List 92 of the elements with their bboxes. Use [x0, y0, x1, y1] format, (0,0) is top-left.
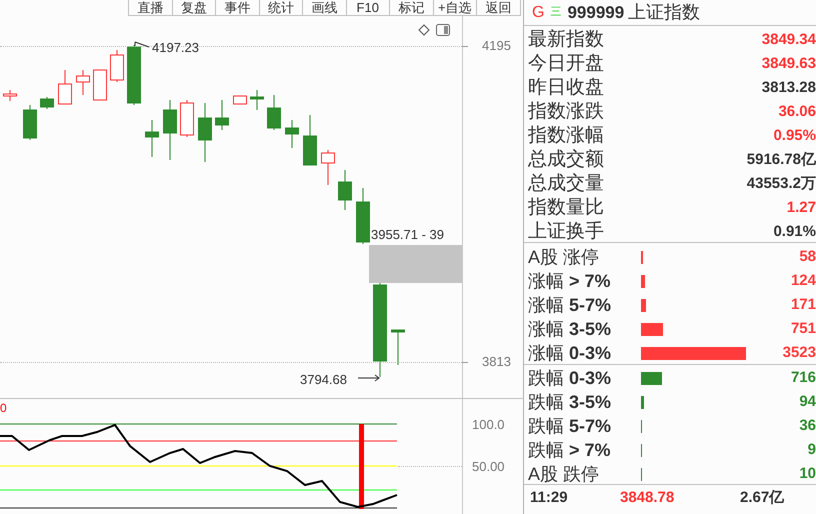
breadth-bar [641, 322, 663, 336]
quote-value: 1.27 [786, 198, 816, 218]
breadth-count: 124 [790, 271, 816, 291]
toolbar-button[interactable]: 事件 [216, 0, 260, 15]
quote-label: 最新指数 [528, 28, 604, 52]
breadth-count: 716 [790, 368, 816, 388]
price-axis-label: 4195 [482, 38, 511, 54]
quote-value: 0.91% [773, 222, 816, 242]
quote-value: 5916.78亿 [746, 150, 816, 170]
indicator-axis-label: 100.0 [472, 417, 505, 433]
breadth-label: 涨幅 0-3% [528, 342, 612, 365]
quote-label: 指数涨跌 [528, 100, 604, 124]
candlestick [233, 96, 247, 104]
candlestick [3, 90, 17, 102]
toolbar-button[interactable]: 画线 [303, 0, 346, 15]
breadth-label: 涨幅 3-5% [528, 318, 612, 341]
high-price-label: 4197.23 [152, 40, 199, 56]
candlestick [76, 70, 90, 96]
breadth-label: 跌幅 3-5% [528, 391, 612, 414]
candlestick [23, 104, 37, 140]
candlestick [180, 100, 194, 138]
breadth-label: A股 跌停 [528, 463, 600, 486]
candlestick [321, 150, 335, 186]
quote-value: 0.95% [773, 126, 816, 146]
diamond-icon[interactable] [418, 24, 430, 36]
toolbar-button[interactable]: 统计 [260, 0, 303, 15]
breadth-count: 94 [799, 392, 816, 412]
low-pointer-arrow [357, 374, 381, 382]
index-code: 999999 [567, 2, 624, 24]
breadth-label: A股 涨停 [528, 246, 600, 269]
candlestick [215, 100, 229, 130]
candlestick [391, 330, 405, 366]
breadth-count: 58 [799, 247, 816, 267]
breadth-count: 751 [790, 319, 816, 339]
quote-value: 36.06 [778, 102, 816, 122]
quote-label: 总成交量 [528, 172, 604, 196]
toolbar-button[interactable]: F10 [346, 0, 390, 15]
indicator-axis-label: 50.00 [472, 459, 505, 475]
breadth-count: 171 [790, 295, 816, 315]
price-axis-label: 3813 [482, 354, 511, 370]
quote-value: 3813.28 [762, 78, 816, 98]
market-tag: G [532, 0, 544, 24]
quote-label: 今日开盘 [528, 52, 604, 76]
quote-label: 指数量比 [528, 196, 604, 220]
candlestick [93, 70, 107, 100]
breadth-bar [641, 274, 645, 288]
index-name: 上证指数 [628, 1, 700, 24]
toolbar-button[interactable]: 复盘 [172, 0, 216, 15]
breadth-bar [641, 396, 644, 408]
quote-value: 3849.63 [762, 54, 816, 74]
candlestick [198, 102, 212, 162]
candlestick [110, 50, 124, 82]
breadth-count: 36 [799, 416, 816, 436]
breadth-count: 9 [808, 440, 816, 460]
breadth-label: 涨幅 > 7% [528, 270, 612, 293]
last-price: 3848.78 [620, 488, 676, 508]
breadth-bar [641, 298, 646, 312]
quote-label: 总成交额 [528, 148, 604, 172]
candlestick [338, 170, 352, 210]
quote-value: 43553.2万 [746, 174, 816, 194]
toolbar-button[interactable]: 标记 [390, 0, 434, 15]
breadth-label: 跌幅 0-3% [528, 367, 612, 390]
breadth-label: 跌幅 > 7% [528, 439, 612, 462]
candlestick [285, 120, 299, 148]
indicator-label: 0 [0, 401, 7, 415]
quote-label: 上证换手 [528, 220, 604, 244]
breadth-label: 涨幅 5-7% [528, 294, 612, 317]
candlestick [303, 114, 317, 166]
toolbar-button[interactable]: 返回 [477, 0, 520, 15]
candlestick [58, 70, 72, 104]
candlestick [40, 96, 54, 110]
breadth-count: 3523 [782, 343, 816, 363]
quote-label: 指数涨幅 [528, 124, 604, 148]
high-pointer-arrow [133, 40, 151, 50]
breadth-count: 10 [799, 464, 816, 484]
candlestick [145, 120, 159, 158]
candlestick [250, 90, 264, 110]
time-label: 11:29 [530, 488, 569, 508]
breadth-label: 跌幅 5-7% [528, 415, 612, 438]
candlestick [356, 188, 370, 244]
low-price-label: 3794.68 [300, 372, 347, 388]
quote-label: 昨日收盘 [528, 76, 604, 100]
candlestick [163, 100, 177, 160]
toolbar-button[interactable]: 直播 [129, 0, 172, 15]
quote-value: 3849.34 [762, 30, 816, 50]
candlestick [267, 94, 281, 130]
turnover-amount: 2.67亿 [740, 488, 784, 508]
breadth-bar [641, 372, 662, 384]
gap-range-label: 3955.71 - 39 [371, 227, 444, 243]
toolbar-button[interactable]: +自选 [434, 0, 477, 15]
panel-toggle-icon[interactable] [436, 24, 450, 36]
candlestick [127, 44, 141, 106]
